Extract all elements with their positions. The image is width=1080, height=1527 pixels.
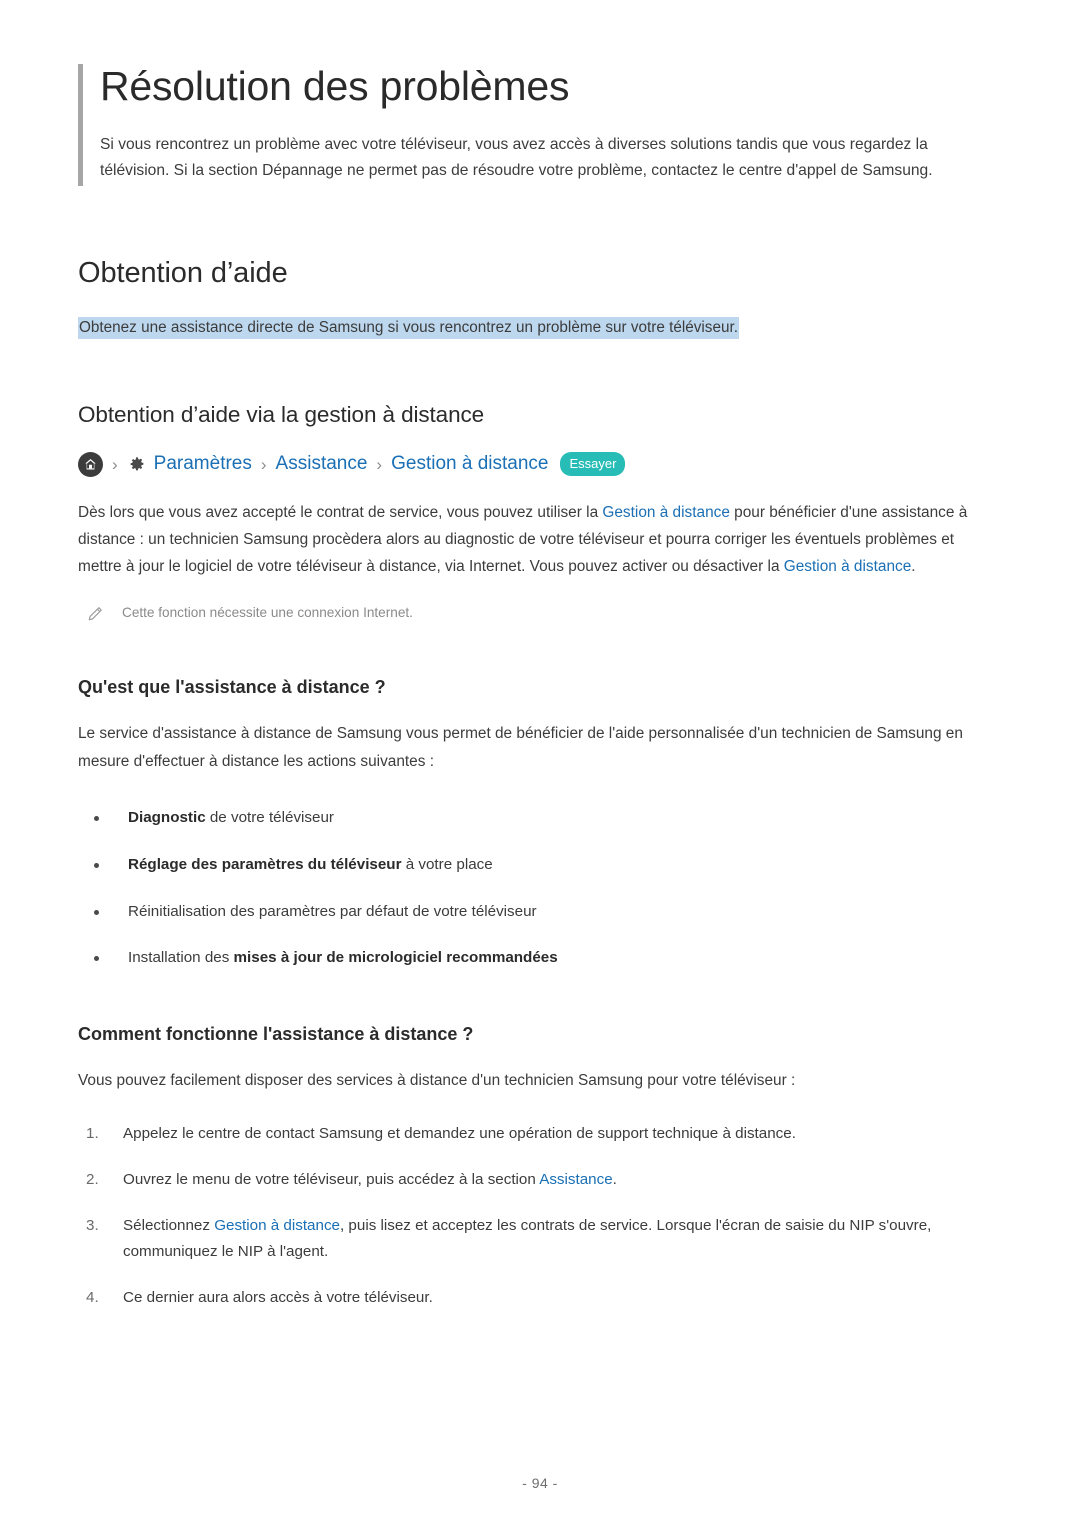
step-text: Appelez le centre de contact Samsung et …: [123, 1124, 796, 1142]
title-block: Résolution des problèmes Si vous rencont…: [78, 0, 1002, 186]
highlight-span: Obtenez une assistance directe de Samsun…: [78, 316, 739, 339]
inline-link-assistance[interactable]: Assistance: [539, 1171, 612, 1188]
subsection-heading-what: Qu'est que l'assistance à distance ?: [78, 677, 386, 698]
title-accent-bar: [78, 64, 83, 186]
bullet-rest-text: de votre téléviseur: [205, 809, 334, 827]
bullet-lead-text: Installation des: [128, 949, 234, 967]
list-item: Réglage des paramètres du téléviseur à v…: [78, 854, 1002, 877]
breadcrumb-item-gestion-a-distance[interactable]: Gestion à distance: [391, 453, 548, 475]
list-item: Installation des mises à jour de microlo…: [78, 947, 1002, 970]
breadcrumb-item-assistance[interactable]: Assistance: [276, 453, 368, 475]
bullet-bold-text: Diagnostic: [128, 809, 206, 827]
inline-link-gestion-a-distance[interactable]: Gestion à distance: [214, 1217, 340, 1234]
step-text-pre: Sélectionnez: [123, 1216, 215, 1234]
page-title: Résolution des problèmes: [100, 63, 570, 109]
list-item: Ce dernier aura alors accès à votre télé…: [78, 1285, 1002, 1311]
note-row: Cette fonction nécessite une connexion I…: [78, 603, 1002, 623]
try-badge[interactable]: Essayer: [560, 452, 626, 477]
breadcrumb-item-parametres[interactable]: Paramètres: [154, 453, 252, 475]
breadcrumb-separator-3: ›: [376, 454, 383, 474]
pencil-icon: [86, 605, 104, 623]
breadcrumb: › Paramètres › Assistance › Gestion à di…: [78, 451, 1002, 477]
bullet-rest-text: à votre place: [401, 855, 493, 873]
page-number: - 94 -: [522, 1475, 558, 1491]
breadcrumb-separator-1: ›: [112, 454, 118, 474]
list-item: Appelez le centre de contact Samsung et …: [78, 1121, 1002, 1147]
document-page: Résolution des problèmes Si vous rencont…: [0, 0, 1080, 1527]
steps-list: Appelez le centre de contact Samsung et …: [78, 1121, 1002, 1312]
highlighted-lead-paragraph: Obtenez une assistance directe de Samsun…: [78, 316, 1002, 340]
step-text-pre: Ouvrez le menu de votre téléviseur, puis…: [123, 1170, 540, 1188]
list-item: Ouvrez le menu de votre téléviseur, puis…: [78, 1167, 1002, 1193]
step-text: Ce dernier aura alors accès à votre télé…: [123, 1289, 433, 1307]
inline-link-gestion-1[interactable]: Gestion à distance: [602, 504, 729, 521]
gear-icon[interactable]: [127, 454, 148, 475]
bullet-bold-text: mises à jour de micrologiciel recommandé…: [233, 949, 558, 967]
bullet-bold-text: Réglage des paramètres du téléviseur: [128, 855, 402, 873]
inline-link-gestion-2[interactable]: Gestion à distance: [784, 558, 911, 575]
note-text: Cette fonction nécessite une connexion I…: [122, 604, 413, 620]
step-text-post: .: [612, 1170, 617, 1188]
paragraph-part-1: Dès lors que vous avez accepté le contra…: [78, 503, 603, 521]
list-item: Diagnostic de votre téléviseur: [78, 807, 1002, 830]
breadcrumb-separator-2: ›: [260, 454, 267, 474]
capabilities-list: Diagnostic de votre téléviseur Réglage d…: [78, 807, 1002, 970]
how-paragraph: Vous pouvez facilement disposer des serv…: [78, 1072, 796, 1090]
section-heading-help: Obtention d’aide: [78, 256, 288, 289]
paragraph-part-3: .: [911, 558, 916, 576]
subsection-heading-remote: Obtention d’aide via la gestion à distan…: [78, 401, 485, 427]
intro-paragraph: Si vous rencontrez un problème avec votr…: [100, 136, 933, 179]
list-item: Réinitialisation des paramètres par défa…: [78, 901, 1002, 924]
remote-description-paragraph: Dès lors que vous avez accepté le contra…: [78, 499, 1000, 581]
bullet-rest-text: Réinitialisation des paramètres par défa…: [128, 902, 537, 920]
home-icon[interactable]: [78, 451, 103, 477]
list-item: Sélectionnez Gestion à distance, puis li…: [78, 1213, 1002, 1265]
what-paragraph: Le service d'assistance à distance de Sa…: [78, 725, 963, 770]
subsection-heading-how: Comment fonctionne l'assistance à distan…: [78, 1024, 474, 1045]
